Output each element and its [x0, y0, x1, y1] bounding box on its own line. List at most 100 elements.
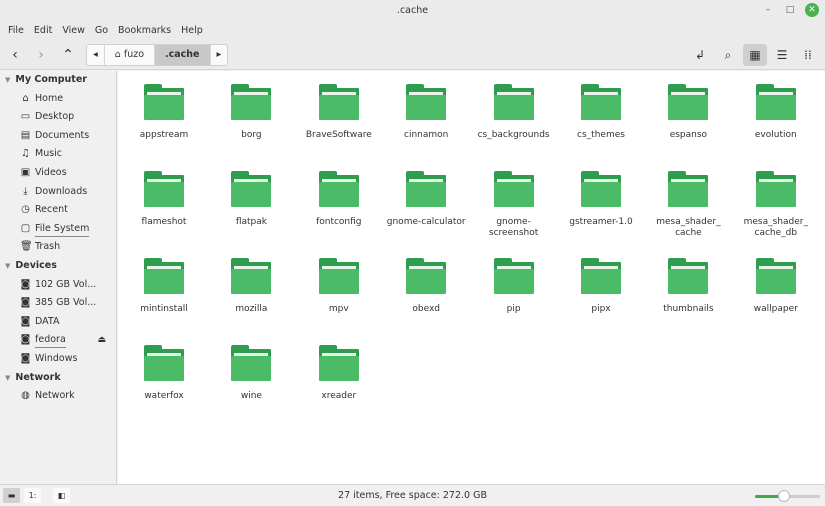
folder-icon [493, 171, 534, 207]
folder-item[interactable]: pipx [558, 258, 644, 315]
folder-item[interactable]: mesa_shader_ cache [645, 171, 731, 239]
folder-item[interactable]: cs_backgrounds [471, 84, 557, 141]
folder-item[interactable]: wallpaper [733, 258, 819, 315]
home-icon: ⌂ [114, 49, 124, 60]
eject-icon[interactable]: ⏏ [97, 331, 106, 350]
sidebar-item-label: Videos [35, 166, 67, 178]
folder-label: BraveSoftware [305, 130, 372, 140]
sidebar-item-desktop[interactable]: ▭ Desktop [0, 108, 116, 127]
toggle-location-icon[interactable]: ↲ [688, 44, 712, 66]
folder-label: wallpaper [753, 304, 798, 314]
up-button[interactable]: ⌃ [57, 44, 79, 66]
folder-item[interactable]: espanso [645, 84, 731, 141]
folder-item[interactable]: appstream [121, 84, 207, 141]
expander-icon[interactable]: ▼ [5, 374, 10, 382]
breadcrumb-scroll-right[interactable]: ▸ [211, 45, 228, 65]
sidebar-icon: ◙ [20, 352, 31, 364]
breadcrumb-home[interactable]: ⌂ fuzo [105, 45, 156, 65]
menu-help[interactable]: Help [176, 22, 208, 40]
sidebar-item-file-system[interactable]: ▢ File System [0, 220, 116, 239]
menu-edit[interactable]: Edit [29, 22, 57, 40]
folder-icon [406, 171, 447, 207]
menu-bookmarks[interactable]: Bookmarks [113, 22, 176, 40]
folder-label: flameshot [141, 217, 187, 227]
zoom-slider[interactable] [755, 490, 820, 502]
folder-item[interactable]: fontconfig [296, 171, 382, 228]
folder-item[interactable]: mozilla [208, 258, 294, 315]
folder-item[interactable]: borg [208, 84, 294, 141]
sidebar-item-recent[interactable]: ◷ Recent [0, 201, 116, 220]
list-view-icon[interactable]: ☰ [770, 44, 794, 66]
folder-label: mpv [328, 304, 349, 314]
sidebar-section-network[interactable]: ▼ Network [0, 369, 116, 388]
folder-item[interactable]: cinnamon [383, 84, 469, 141]
folder-item[interactable]: flatpak [208, 171, 294, 228]
folder-item[interactable]: xreader [296, 345, 382, 402]
expander-icon[interactable]: ▼ [5, 262, 10, 270]
sidebar-item-videos[interactable]: ▣ Videos [0, 164, 116, 183]
maximize-button[interactable]: □ [783, 3, 797, 17]
folder-item[interactable]: mintinstall [121, 258, 207, 315]
folder-icon [144, 258, 184, 294]
breadcrumb-cache[interactable]: .cache [155, 45, 211, 65]
close-button[interactable]: ✕ [805, 3, 819, 17]
sidebar-icon: ▢ [20, 222, 31, 234]
folder-item[interactable]: flameshot [121, 171, 207, 228]
forward-button[interactable]: › [30, 44, 52, 66]
sidebar-item-102-gb-vol-[interactable]: ◙ 102 GB Vol... [0, 276, 116, 295]
folder-icon [318, 84, 359, 120]
status-bar: ▬ 1: ◧ 27 items, Free space: 272.0 GB [0, 484, 825, 506]
folder-icon [581, 171, 621, 207]
sidebar-item-label: Windows [35, 352, 78, 364]
breadcrumb-scroll-left[interactable]: ◂ [87, 45, 105, 65]
folder-item[interactable]: waterfox [121, 345, 207, 402]
folder-item[interactable]: gnome-calculator [383, 171, 469, 228]
title-bar: .cache – □ ✕ [0, 0, 825, 22]
sidebar-item-385-gb-vol-[interactable]: ◙ 385 GB Vol... [0, 294, 116, 313]
folder-icon [755, 171, 796, 207]
sidebar-icon: ◍ [21, 390, 30, 402]
sidebar-item-trash[interactable]: 🗑 Trash [0, 238, 116, 257]
folder-item[interactable]: gnome-screenshot [471, 171, 557, 239]
folder-label: cs_themes [577, 130, 625, 140]
folder-label: gstreamer-1.0 [569, 217, 633, 227]
sidebar-item-music[interactable]: ♫ Music [0, 145, 116, 164]
folder-item[interactable]: evolution [733, 84, 819, 141]
sidebar-item-label: Network [35, 390, 75, 402]
menu-view[interactable]: View [57, 22, 90, 40]
back-button[interactable]: ‹ [4, 44, 26, 66]
folder-item[interactable]: mesa_shader_ cache_db [733, 171, 819, 239]
folder-item[interactable]: pip [471, 258, 557, 315]
folder-item[interactable]: thumbnails [645, 258, 731, 315]
folder-icon [231, 171, 272, 207]
sidebar-item-network[interactable]: ◍ Network [0, 387, 116, 406]
folder-item[interactable]: obexd [383, 258, 469, 315]
folder-icon [668, 171, 709, 207]
sidebar-item-fedora[interactable]: ◙ fedora ⏏ [0, 331, 116, 350]
sidebar-item-label: 102 GB Vol... [35, 278, 97, 290]
folder-item[interactable]: mpv [296, 258, 382, 315]
menu-file[interactable]: File [3, 22, 29, 40]
folder-item[interactable]: cs_themes [558, 84, 644, 141]
compact-view-icon[interactable]: ⁞⁞ [796, 44, 820, 66]
menu-go[interactable]: Go [90, 22, 113, 40]
sidebar-item-data[interactable]: ◙ DATA [0, 313, 116, 332]
sidebar-item-windows[interactable]: ◙ Windows [0, 350, 116, 369]
folder-label: espanso [669, 130, 708, 140]
minimize-button[interactable]: – [761, 3, 775, 17]
sidebar-item-label: 385 GB Vol... [35, 297, 97, 309]
sidebar-section-my-computer[interactable]: ▼ My Computer [0, 71, 116, 90]
icon-view-icon[interactable]: ▦ [743, 44, 767, 66]
folder-icon [231, 84, 272, 120]
folder-item[interactable]: wine [208, 345, 294, 402]
sidebar-item-downloads[interactable]: ⤓ Downloads [0, 183, 116, 202]
folder-item[interactable]: BraveSoftware [296, 84, 382, 141]
expander-icon[interactable]: ▼ [5, 76, 10, 84]
search-icon[interactable]: ⌕ [716, 44, 740, 66]
sidebar-item-home[interactable]: ⌂ Home [0, 90, 116, 109]
folder-label: thumbnails [663, 304, 714, 314]
sidebar-icon: ▤ [20, 129, 31, 141]
sidebar-section-devices[interactable]: ▼ Devices [0, 257, 116, 276]
sidebar-item-documents[interactable]: ▤ Documents [0, 127, 116, 146]
folder-item[interactable]: gstreamer-1.0 [558, 171, 644, 228]
